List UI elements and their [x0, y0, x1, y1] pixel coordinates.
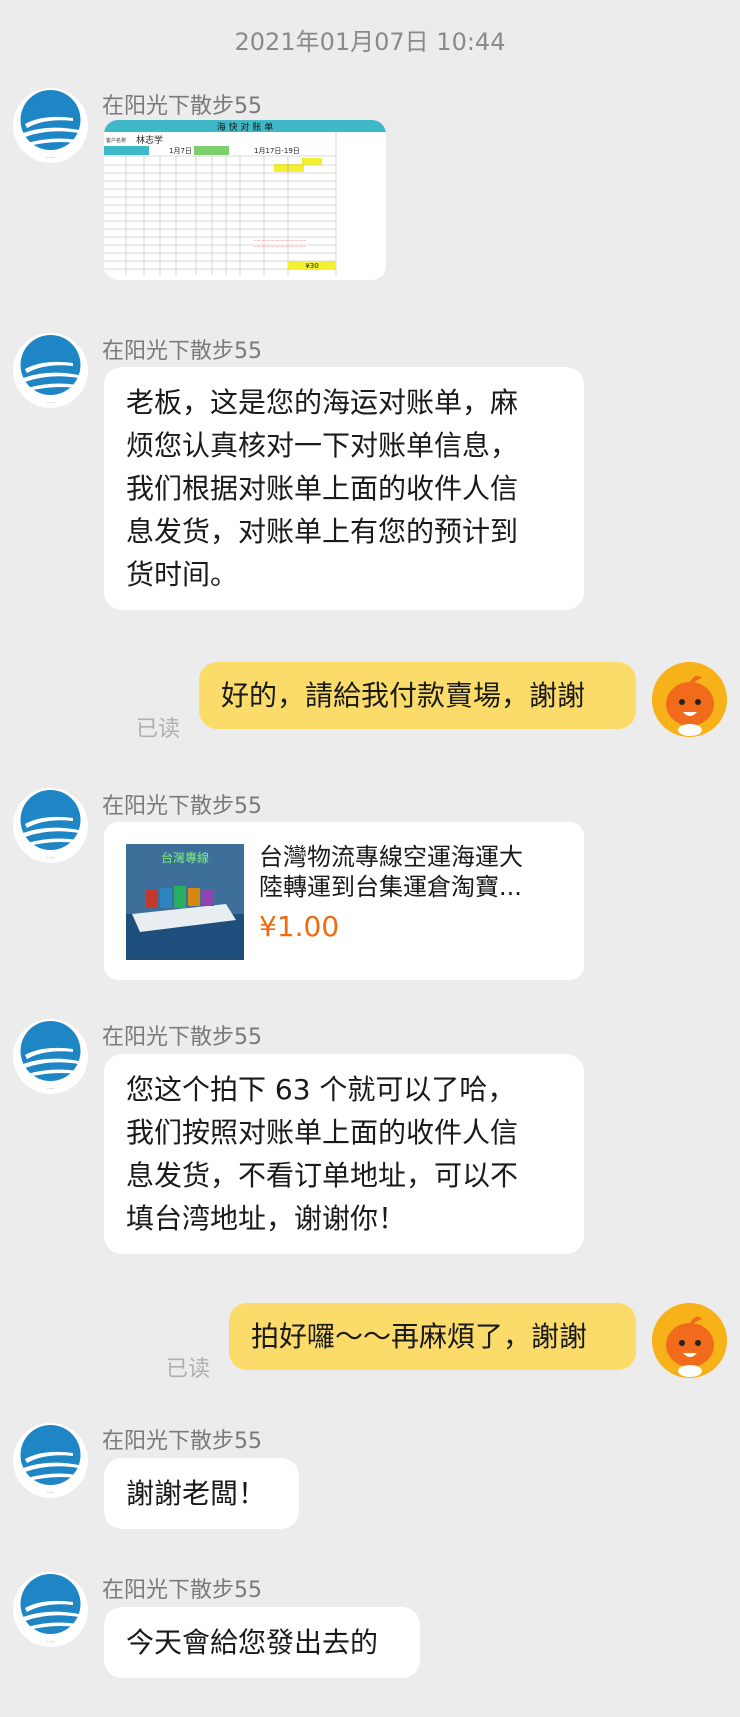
svg-text:台灣專線: 台灣專線 [161, 850, 209, 865]
svg-text:1月17日-19日: 1月17日-19日 [254, 147, 300, 155]
svg-text:客户名称: 客户名称 [106, 137, 126, 144]
ship-logo-icon: ····· [20, 90, 81, 161]
product-thumbnail: 台灣專線 [126, 844, 244, 960]
svg-text:·····: ····· [47, 155, 55, 161]
sender-name: 在阳光下散步55 [102, 339, 262, 364]
svg-text:·····: ····· [47, 400, 55, 406]
cartoon-mascot-icon [652, 662, 727, 737]
contact-avatar[interactable]: ····· [13, 333, 88, 408]
my-message-bubble[interactable]: 好的，請給我付款賣場，謝謝 [199, 662, 636, 729]
message-bubble[interactable]: 今天會給您發出去的 [104, 1607, 420, 1678]
svg-text:林志学: 林志学 [136, 134, 163, 146]
read-receipt: 已读 [166, 1357, 211, 1382]
svg-text:·····: ····· [47, 1639, 55, 1645]
message-line: 老板，这是您的海运对账单，麻 [126, 386, 519, 419]
sender-name: 在阳光下散步55 [102, 794, 262, 819]
message-line: 烦您认真核对一下对账单信息， [126, 429, 519, 462]
contact-avatar[interactable]: ····· [13, 88, 88, 163]
svg-text:·····: ····· [47, 1490, 55, 1496]
statement-amount: ¥30 [305, 262, 318, 270]
cargo-ship-icon: 台灣專線 [126, 844, 244, 960]
message-line: 息发货，对账单上有您的预计到 [126, 515, 519, 548]
contact-avatar[interactable]: ····· [13, 1572, 88, 1647]
product-title: 台灣物流專線空運海運大 陸轉運到台集運倉淘寶... [259, 843, 523, 901]
statement-title: 海 快 对 账 单 [217, 121, 273, 133]
statement-table-graphic: 海 快 对 账 单 客户名称 林志学 1月7日 1月17日-19日 ······… [104, 120, 386, 280]
read-receipt: 已读 [136, 717, 181, 742]
my-avatar[interactable] [652, 1303, 727, 1378]
svg-text:·····: ····· [47, 1086, 55, 1092]
ship-logo-icon: ····· [20, 1021, 81, 1092]
cartoon-mascot-icon [652, 1303, 727, 1378]
svg-text:······························: ········································… [254, 244, 306, 249]
sender-name: 在阳光下散步55 [102, 1025, 262, 1050]
my-avatar[interactable] [652, 662, 727, 737]
sender-name: 在阳光下散步55 [102, 1429, 262, 1454]
statement-image[interactable]: 海 快 对 账 单 客户名称 林志学 1月7日 1月17日-19日 ······… [104, 120, 386, 280]
message-line: 填台湾地址，谢谢你！ [126, 1202, 407, 1235]
message-bubble[interactable]: 您这个拍下 63 个就可以了哈， 我们按照对账单上面的收件人信 息发货，不看订单… [104, 1054, 584, 1254]
svg-text:·····: ····· [47, 855, 55, 861]
message-bubble[interactable]: 老板，这是您的海运对账单，麻 烦您认真核对一下对账单信息， 我们根据对账单上面的… [104, 367, 584, 610]
product-price: ¥1.00 [259, 910, 340, 943]
message-line: 我们根据对账单上面的收件人信 [126, 472, 519, 505]
sender-name: 在阳光下散步55 [102, 1578, 262, 1603]
ship-logo-icon: ····· [20, 1574, 81, 1645]
my-message-bubble[interactable]: 拍好囉～～再麻煩了，謝謝 [229, 1303, 636, 1370]
message-bubble[interactable]: 謝謝老闆！ [104, 1458, 299, 1529]
contact-avatar[interactable]: ····· [13, 788, 88, 863]
message-line: 货时间。 [126, 558, 239, 591]
svg-text:······························: ········································… [254, 238, 306, 243]
message-line: 您这个拍下 63 个就可以了哈， [126, 1073, 516, 1106]
ship-logo-icon: ····· [20, 790, 81, 861]
contact-avatar[interactable]: ····· [13, 1019, 88, 1094]
sender-name: 在阳光下散步55 [102, 94, 262, 119]
contact-avatar[interactable]: ····· [13, 1423, 88, 1498]
message-line: 我们按照对账单上面的收件人信 [126, 1116, 519, 1149]
message-line: 息发货，不看订单地址，可以不 [126, 1159, 519, 1192]
timestamp: 2021年01月07日 10:44 [234, 28, 506, 56]
svg-text:1月7日: 1月7日 [169, 147, 192, 155]
ship-logo-icon: ····· [20, 335, 81, 406]
product-card[interactable]: 台灣專線 台灣物流專線空運海運大 陸轉運到台集運倉淘寶... ¥1.00 [104, 822, 584, 980]
ship-logo-icon: ····· [20, 1425, 81, 1496]
